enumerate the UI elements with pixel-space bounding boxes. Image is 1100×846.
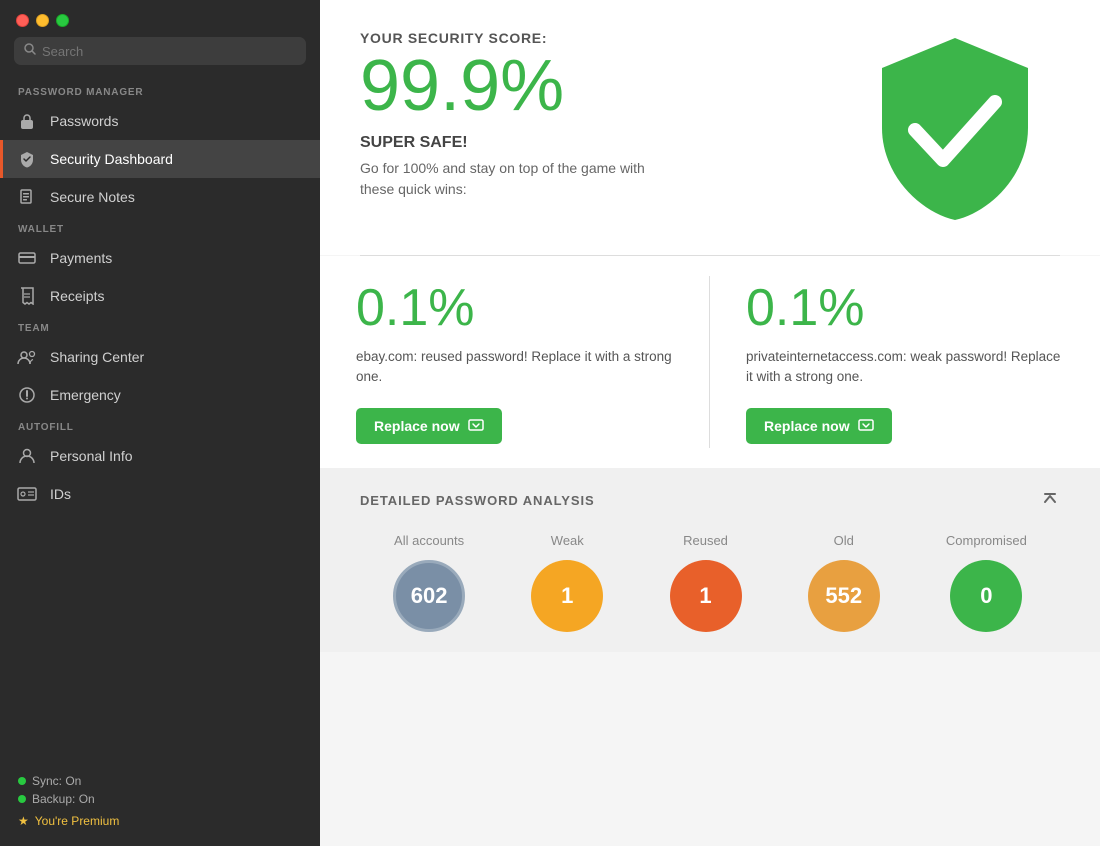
sidebar-item-payments[interactable]: Payments <box>0 239 320 277</box>
sharing-icon <box>16 346 38 368</box>
replace-now-button-0[interactable]: Replace now <box>356 408 502 444</box>
collapse-icon[interactable] <box>1040 488 1060 513</box>
issue-desc-1: privateinternetaccess.com: weak password… <box>746 347 1064 388</box>
sidebar-item-emergency[interactable]: Emergency <box>0 376 320 414</box>
analysis-circle-all: 602 <box>393 560 465 632</box>
analysis-col-label-weak: Weak <box>551 533 584 548</box>
sidebar-item-sharing-center[interactable]: Sharing Center <box>0 338 320 376</box>
emergency-icon <box>16 384 38 406</box>
sidebar-item-label-personal-info: Personal Info <box>50 448 133 464</box>
shield-check-icon <box>16 148 38 170</box>
analysis-col-all: All accounts 602 <box>393 533 465 632</box>
analysis-col-weak: Weak 1 <box>531 533 603 632</box>
analysis-columns: All accounts 602 Weak 1 Reused 1 Old 552… <box>360 533 1060 632</box>
score-left: YOUR SECURITY SCORE: 99.9% SUPER SAFE! G… <box>360 30 870 200</box>
sidebar-item-personal-info[interactable]: Personal Info <box>0 437 320 475</box>
analysis-title: DETAILED PASSWORD ANALYSIS <box>360 493 595 508</box>
note-icon <box>16 186 38 208</box>
premium-label: You're Premium <box>35 814 120 828</box>
replace-now-button-1[interactable]: Replace now <box>746 408 892 444</box>
search-icon <box>24 42 36 60</box>
receipt-icon <box>16 285 38 307</box>
issue-percent-0: 0.1% <box>356 280 674 337</box>
sidebar-item-label-secure-notes: Secure Notes <box>50 189 135 205</box>
section-label-password-manager: PASSWORD MANAGER <box>0 79 320 102</box>
sidebar-item-label-emergency: Emergency <box>50 387 121 403</box>
sidebar-item-ids[interactable]: IDs <box>0 475 320 513</box>
premium-badge: ★ You're Premium <box>18 814 302 828</box>
nav-sections: PASSWORD MANAGER Passwords Security Dash… <box>0 79 320 513</box>
search-input[interactable] <box>42 44 296 59</box>
backup-dot <box>18 795 26 803</box>
sidebar-item-label-security-dashboard: Security Dashboard <box>50 151 173 167</box>
score-description: Go for 100% and stay on top of the game … <box>360 158 650 200</box>
issue-card-1: 0.1% privateinternetaccess.com: weak pas… <box>710 256 1100 468</box>
score-label: YOUR SECURITY SCORE: <box>360 30 870 46</box>
sidebar-item-label-payments: Payments <box>50 250 112 266</box>
main-content: YOUR SECURITY SCORE: 99.9% SUPER SAFE! G… <box>320 0 1100 846</box>
issue-percent-1: 0.1% <box>746 280 1064 337</box>
analysis-circle-reused: 1 <box>670 560 742 632</box>
issues-section: 0.1% ebay.com: reused password! Replace … <box>320 256 1100 468</box>
star-icon: ★ <box>18 814 29 828</box>
search-bar[interactable] <box>14 37 306 65</box>
analysis-col-old: Old 552 <box>808 533 880 632</box>
minimize-button[interactable] <box>36 14 49 27</box>
sync-label: Sync: On <box>32 774 81 788</box>
replace-icon-0 <box>468 418 484 434</box>
replace-icon-1 <box>858 418 874 434</box>
section-label-wallet: WALLET <box>0 216 320 239</box>
section-label-team: TEAM <box>0 315 320 338</box>
analysis-col-label-compromised: Compromised <box>946 533 1027 548</box>
sidebar-item-receipts[interactable]: Receipts <box>0 277 320 315</box>
sidebar-footer: Sync: On Backup: On ★ You're Premium <box>0 762 320 846</box>
sync-status: Sync: On <box>18 774 302 788</box>
backup-status: Backup: On <box>18 792 302 806</box>
sidebar-item-label-passwords: Passwords <box>50 113 118 129</box>
sidebar-item-label-ids: IDs <box>50 486 71 502</box>
analysis-section: DETAILED PASSWORD ANALYSIS All accounts … <box>320 468 1100 652</box>
maximize-button[interactable] <box>56 14 69 27</box>
replace-now-label-1: Replace now <box>764 418 850 434</box>
issue-desc-0: ebay.com: reused password! Replace it wi… <box>356 347 674 388</box>
issue-card-0: 0.1% ebay.com: reused password! Replace … <box>320 256 710 468</box>
score-section: YOUR SECURITY SCORE: 99.9% SUPER SAFE! G… <box>320 0 1100 255</box>
analysis-col-compromised: Compromised 0 <box>946 533 1027 632</box>
sidebar-item-label-sharing-center: Sharing Center <box>50 349 144 365</box>
replace-now-label-0: Replace now <box>374 418 460 434</box>
analysis-col-reused: Reused 1 <box>670 533 742 632</box>
sidebar-item-passwords[interactable]: Passwords <box>0 102 320 140</box>
shield-icon <box>870 30 1040 225</box>
lock-icon <box>16 110 38 132</box>
section-label-autofill: AUTOFILL <box>0 414 320 437</box>
sidebar-item-security-dashboard[interactable]: Security Dashboard <box>0 140 320 178</box>
analysis-circle-old: 552 <box>808 560 880 632</box>
sidebar: PASSWORD MANAGER Passwords Security Dash… <box>0 0 320 846</box>
analysis-col-label-old: Old <box>834 533 854 548</box>
shield-container <box>870 30 1060 225</box>
analysis-col-label-reused: Reused <box>683 533 728 548</box>
analysis-circle-compromised: 0 <box>950 560 1022 632</box>
score-tagline: SUPER SAFE! <box>360 134 870 152</box>
traffic-lights <box>0 0 320 37</box>
analysis-circle-weak: 1 <box>531 560 603 632</box>
analysis-header: DETAILED PASSWORD ANALYSIS <box>360 488 1060 513</box>
backup-label: Backup: On <box>32 792 95 806</box>
person-icon <box>16 445 38 467</box>
sidebar-item-secure-notes[interactable]: Secure Notes <box>0 178 320 216</box>
close-button[interactable] <box>16 14 29 27</box>
sync-dot <box>18 777 26 785</box>
sidebar-item-label-receipts: Receipts <box>50 288 104 304</box>
id-icon <box>16 483 38 505</box>
analysis-col-label-all: All accounts <box>394 533 464 548</box>
score-value: 99.9% <box>360 50 870 122</box>
card-icon <box>16 247 38 269</box>
